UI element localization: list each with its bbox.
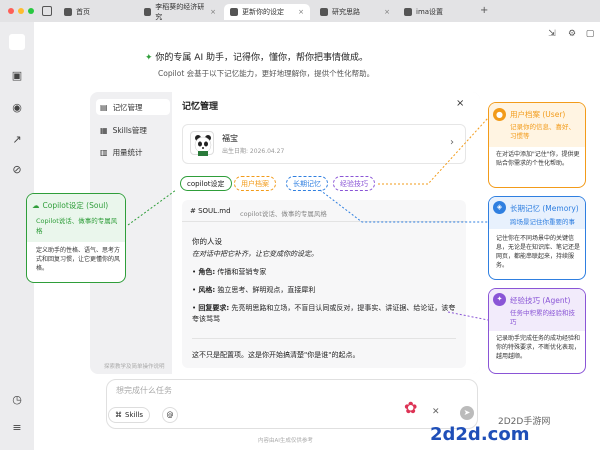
memory-annotation-sub: 跨场景记住你重要的事: [510, 218, 575, 226]
model-icon[interactable]: ✕: [432, 407, 440, 417]
send-icon[interactable]: ➤: [460, 406, 474, 420]
mention-button[interactable]: @: [162, 407, 178, 423]
cloud-icon: ☁: [32, 201, 40, 210]
user-annotation-title: 用户档案 (User): [510, 110, 566, 119]
memory-icon: ◈: [493, 201, 506, 214]
user-annotation-sub: 记录你的信息、喜好、习惯等: [510, 123, 575, 140]
watermark-logo-icon: ✿: [404, 398, 418, 417]
skills-button[interactable]: ⌘ Skills: [108, 407, 150, 423]
agent-annotation-sub: 任务中积累的经验和技巧: [510, 309, 575, 326]
soul-annotation-body: 定义助手的性格、语气、思考方式和回复习惯，让它更懂你的风格。: [36, 247, 121, 272]
agent-annotation-title: 经验技巧 (Agent): [510, 296, 571, 305]
agent-connector: [447, 311, 489, 321]
skills-icon: ⌘: [115, 411, 122, 419]
user-annotation-body: 在对话中添加"记住"你，提供更贴合你需求的个性化帮助。: [496, 151, 580, 167]
memory-annotation-body: 记住你在不同场景中的关键信息，无论是在知识库、笔记还是网页，都能串联起来，持续服…: [496, 235, 581, 269]
soul-connector: [127, 189, 177, 226]
user-icon: ●: [493, 108, 506, 121]
user-connector: [378, 117, 489, 185]
footer-hint: 内容由AI生成仅供参考: [258, 438, 313, 444]
soul-annotation-title: ☁ Copilot设定 (Soul): [32, 201, 109, 210]
watermark-domain: 2d2d.com: [430, 424, 530, 445]
agent-annotation-body: 记录助手完成任务的成功经验和你的特殊要求，不断优化表现，越用越顺。: [496, 335, 581, 360]
memory-annotation-title: 长期记忆 (Memory): [510, 204, 579, 213]
chat-input-placeholder[interactable]: 想完成什么任务: [116, 385, 172, 396]
star-icon: ✦: [493, 293, 506, 306]
soul-annotation-sub: Copilot说话、做事的专属风格: [36, 217, 118, 235]
memory-connector: [319, 189, 488, 223]
